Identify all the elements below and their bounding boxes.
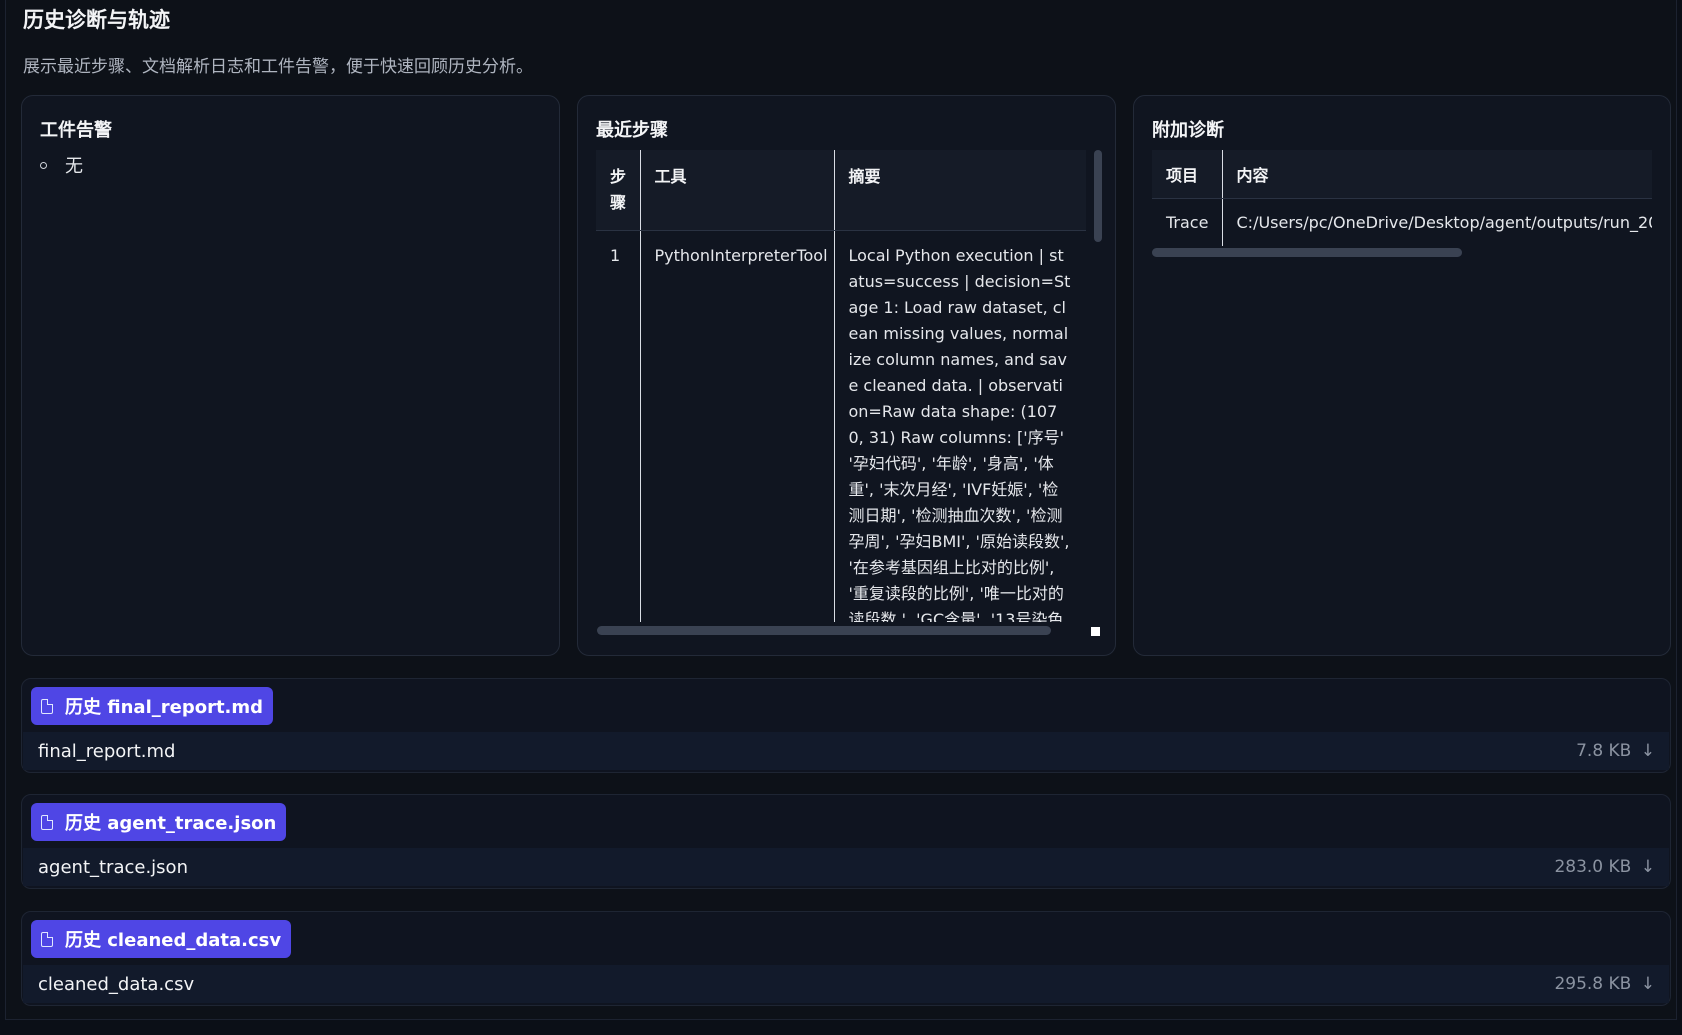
summary-text: Local Python execution | status=success … bbox=[848, 246, 1071, 622]
extra-diagnostics-panel: 附加诊断 项目 内容 Trace C:/Users/pc/OneDrive/De… bbox=[1133, 95, 1671, 656]
file-size: 295.8 KB ↓ bbox=[1554, 974, 1655, 994]
file-badge-label: 历史 final_report.md bbox=[65, 697, 264, 718]
file-download-row[interactable]: agent_trace.json 283.0 KB ↓ bbox=[23, 848, 1669, 886]
bullet-icon bbox=[40, 161, 47, 169]
steps-horizontal-scrollbar[interactable] bbox=[597, 626, 1051, 635]
page-subtitle: 展示最近步骤、文档解析日志和工件告警，便于快速回顾历史分析。 bbox=[23, 57, 533, 77]
file-size: 283.0 KB ↓ bbox=[1554, 857, 1655, 877]
column-header-step: 步骤 bbox=[596, 150, 640, 231]
file-card-final-report: 历史 final_report.md final_report.md 7.8 K… bbox=[21, 678, 1671, 773]
file-name: agent_trace.json bbox=[38, 856, 188, 878]
file-icon bbox=[41, 814, 53, 830]
file-name: final_report.md bbox=[38, 740, 176, 762]
summary-cell: Local Python execution | status=success … bbox=[833, 230, 1086, 622]
recent-steps-panel: 最近步骤 步骤 工具 摘要 1 PythonInterpreterTool Lo… bbox=[577, 95, 1116, 656]
diagnostics-horizontal-scrollbar[interactable] bbox=[1152, 248, 1462, 257]
alert-list: 无 bbox=[40, 152, 83, 178]
alert-text: 无 bbox=[65, 156, 83, 177]
page-title: 历史诊断与轨迹 bbox=[23, 8, 170, 32]
table-header-row: 步骤 工具 摘要 bbox=[596, 150, 1086, 231]
column-header-item: 项目 bbox=[1152, 150, 1222, 199]
table-row: 1 PythonInterpreterTool Local Python exe… bbox=[596, 230, 1086, 622]
item-cell: Trace bbox=[1166, 212, 1209, 232]
list-item: 无 bbox=[40, 152, 83, 178]
file-download-row[interactable]: final_report.md 7.8 KB ↓ bbox=[23, 732, 1669, 770]
panel-title: 附加诊断 bbox=[1152, 120, 1224, 141]
file-card-cleaned-data: 历史 cleaned_data.csv cleaned_data.csv 295… bbox=[21, 911, 1671, 1006]
tool-cell: PythonInterpreterTool bbox=[639, 230, 834, 622]
column-header-summary: 摘要 bbox=[833, 150, 1086, 231]
file-icon bbox=[41, 698, 53, 714]
column-header-content: 内容 bbox=[1221, 150, 1652, 199]
diagnostics-table: 项目 内容 Trace C:/Users/pc/OneDrive/Desktop… bbox=[1152, 150, 1652, 246]
file-card-agent-trace: 历史 agent_trace.json agent_trace.json 283… bbox=[21, 794, 1671, 889]
content-cell: C:/Users/pc/OneDrive/Desktop/agent/outpu… bbox=[1221, 198, 1652, 246]
history-diagnostics-page: 历史诊断与轨迹 展示最近步骤、文档解析日志和工件告警，便于快速回顾历史分析。 工… bbox=[5, 0, 1677, 1020]
table-row: Trace C:/Users/pc/OneDrive/Desktop/agent… bbox=[1152, 198, 1652, 246]
file-badge-button[interactable]: 历史 cleaned_data.csv bbox=[31, 920, 292, 958]
steps-table: 步骤 工具 摘要 1 PythonInterpreterTool Local P… bbox=[596, 150, 1086, 622]
download-icon[interactable]: ↓ bbox=[1641, 741, 1655, 761]
file-icon bbox=[41, 931, 53, 947]
panel-title: 工件告警 bbox=[40, 120, 112, 141]
download-icon[interactable]: ↓ bbox=[1641, 974, 1655, 994]
file-download-row[interactable]: cleaned_data.csv 295.8 KB ↓ bbox=[23, 965, 1669, 1003]
step-cell: 1 bbox=[610, 246, 621, 265]
file-badge-label: 历史 cleaned_data.csv bbox=[65, 930, 282, 951]
file-badge-button[interactable]: 历史 agent_trace.json bbox=[31, 803, 287, 841]
file-size: 7.8 KB ↓ bbox=[1576, 741, 1655, 761]
file-badge-label: 历史 agent_trace.json bbox=[65, 813, 277, 834]
file-name: cleaned_data.csv bbox=[38, 973, 195, 995]
scrollbar-corner bbox=[1091, 627, 1100, 636]
file-badge-button[interactable]: 历史 final_report.md bbox=[31, 687, 274, 725]
download-icon[interactable]: ↓ bbox=[1641, 857, 1655, 877]
artifact-alerts-panel: 工件告警 无 bbox=[21, 95, 560, 656]
steps-table-scroll[interactable]: 步骤 工具 摘要 1 PythonInterpreterTool Local P… bbox=[596, 150, 1086, 622]
column-header-tool: 工具 bbox=[639, 150, 834, 231]
panel-title: 最近步骤 bbox=[596, 120, 668, 141]
diagnostics-table-scroll[interactable]: 项目 内容 Trace C:/Users/pc/OneDrive/Desktop… bbox=[1152, 150, 1652, 246]
table-header-row: 项目 内容 bbox=[1152, 150, 1652, 199]
steps-vertical-scrollbar[interactable] bbox=[1094, 150, 1102, 242]
